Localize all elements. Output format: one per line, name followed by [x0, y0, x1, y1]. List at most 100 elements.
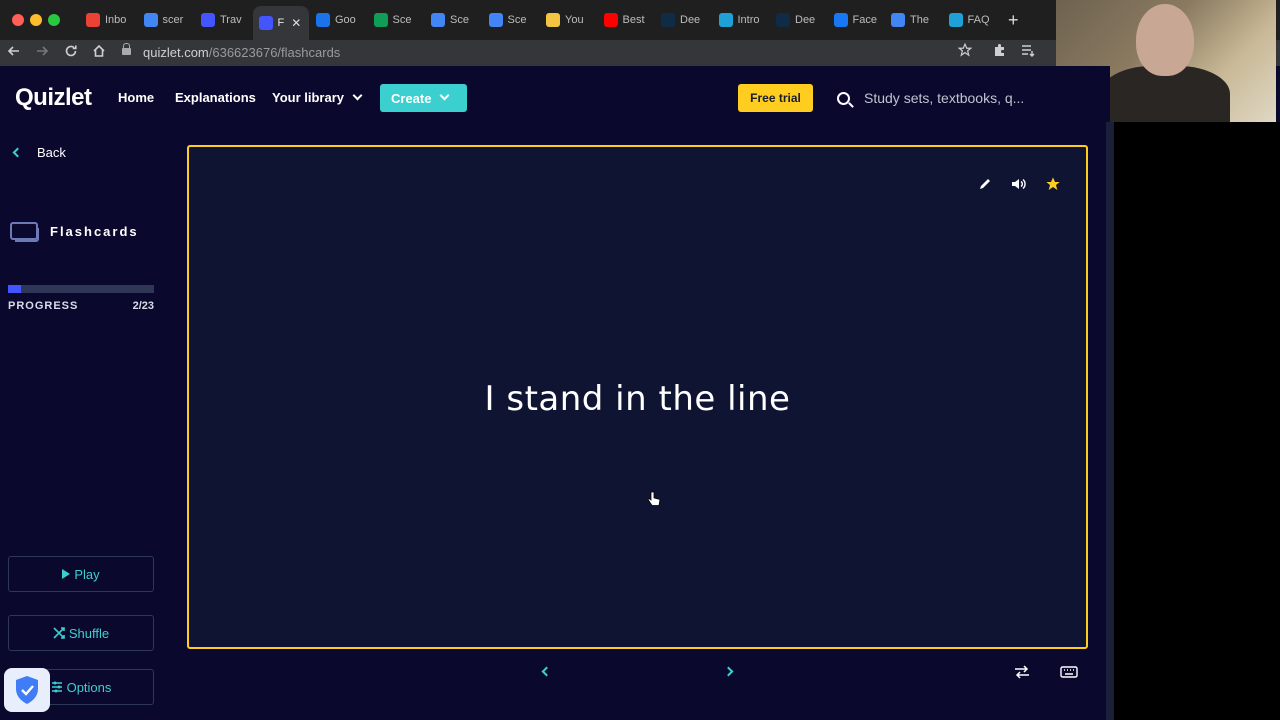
docs-icon: [143, 13, 158, 27]
nav-your-library-label: Your library: [272, 90, 345, 105]
scrollbar[interactable]: [1106, 122, 1114, 720]
card-toolbar: [976, 175, 1062, 193]
empty-right-area: [1114, 122, 1280, 720]
flashcards-label: Flashcards: [50, 223, 139, 239]
create-button-label: Create: [391, 90, 432, 106]
browser-tab-label: F: [277, 17, 285, 29]
search-input[interactable]: Study sets, textbooks, q...: [829, 84, 1041, 112]
star-icon[interactable]: [1044, 175, 1062, 193]
progress-label: PROGRESS: [8, 300, 79, 312]
browser-tab[interactable]: Goo: [310, 8, 366, 32]
url-path: /636623676/flashcards: [208, 44, 341, 60]
browser-tab[interactable]: You: [540, 8, 596, 32]
chevron-down-icon: [352, 90, 363, 101]
create-button[interactable]: Create: [380, 84, 467, 112]
browser-tab[interactable]: FAQ: [943, 8, 999, 32]
url-host: quizlet.com: [143, 44, 209, 60]
play-button[interactable]: Play: [8, 556, 154, 592]
back-label: Back: [37, 145, 66, 160]
previous-card-button[interactable]: [541, 666, 552, 677]
browser-tab[interactable]: Face: [828, 8, 884, 32]
reload-icon[interactable]: [64, 44, 78, 62]
minimize-window-button[interactable]: [30, 14, 42, 26]
card-term: I stand in the line: [484, 379, 791, 419]
new-tab-button[interactable]: +: [1008, 10, 1019, 31]
browser-tab[interactable]: Trav: [195, 8, 251, 32]
url-field[interactable]: quizlet.com/636623676/flashcards: [122, 40, 982, 64]
browser-tab[interactable]: Dee: [655, 8, 711, 32]
nav-your-library[interactable]: Your library: [272, 90, 363, 105]
chevron-left-icon: [12, 147, 23, 158]
bookmark-star-icon[interactable]: [957, 42, 973, 61]
keyboard-shortcuts-icon[interactable]: [1060, 665, 1078, 684]
quizlet-logo[interactable]: Quizlet: [15, 84, 92, 112]
google-icon: [891, 13, 905, 27]
zoom-window-button[interactable]: [48, 14, 60, 26]
progress-count: 2/23: [132, 300, 154, 312]
browser-tab-label: scer: [162, 14, 184, 26]
back-link[interactable]: Back: [12, 145, 66, 160]
flip-swap-icon[interactable]: [1014, 665, 1030, 684]
home-icon[interactable]: [92, 44, 106, 62]
search-icon: [837, 91, 850, 105]
browser-tab-label: Dee: [795, 14, 816, 26]
play-icon: [62, 569, 71, 579]
browser-tab-label: Goo: [335, 14, 356, 26]
close-window-button[interactable]: [12, 14, 24, 26]
hand-cursor-icon: [647, 491, 661, 512]
forward-arrow-icon[interactable]: [35, 44, 49, 62]
browser-tab[interactable]: Intro: [713, 8, 769, 32]
browser-tab[interactable]: Sce: [483, 8, 539, 32]
browser-tab[interactable]: Dee: [770, 8, 826, 32]
flashcard[interactable]: I stand in the line: [187, 145, 1088, 649]
options-button-label: Options: [66, 679, 112, 695]
close-tab-icon[interactable]: ✕: [291, 16, 301, 30]
browser-tab-label: Inbo: [105, 14, 127, 26]
browser-tab[interactable]: Sce: [368, 8, 424, 32]
nav-home[interactable]: Home: [118, 90, 154, 105]
site-header: Quizlet Home Explanations Your library C…: [0, 66, 1110, 130]
free-trial-button[interactable]: Free trial: [738, 84, 813, 112]
browser-tab[interactable]: Best: [598, 8, 654, 32]
deepl-icon: [661, 13, 675, 27]
audio-speaker-icon[interactable]: [1010, 175, 1028, 193]
app-icon: [718, 13, 733, 27]
progress-fill: [8, 285, 21, 293]
browser-tab-label: FAQ: [967, 14, 990, 26]
shield-extension-icon[interactable]: [4, 668, 50, 712]
browser-tab-label: Dee: [680, 14, 701, 26]
extensions-puzzle-icon[interactable]: [993, 43, 1007, 61]
nav-explanations[interactable]: Explanations: [175, 90, 256, 105]
browser-tab-label: Best: [622, 14, 645, 26]
lock-icon: [122, 43, 131, 57]
shuffle-button[interactable]: Shuffle: [8, 615, 154, 651]
next-card-button[interactable]: [723, 666, 734, 677]
play-button-label: Play: [74, 566, 100, 582]
browser-tab-label: Sce: [450, 14, 469, 26]
search-placeholder: Study sets, textbooks, q...: [864, 90, 1025, 106]
browser-tab[interactable]: Sce: [425, 8, 481, 32]
browser-tab-label: Trav: [220, 14, 242, 26]
progress-bar: [8, 285, 154, 293]
browser-tab[interactable]: F ✕: [252, 6, 309, 40]
chevron-down-icon: [440, 90, 450, 100]
browser-tab[interactable]: The: [885, 8, 941, 32]
app-icon: [948, 13, 963, 27]
reading-list-icon[interactable]: [1021, 43, 1035, 61]
docs-icon: [488, 13, 503, 27]
shuffle-icon: [53, 627, 65, 639]
browser-tab-label: Sce: [392, 14, 412, 26]
shuffle-button-label: Shuffle: [68, 625, 110, 641]
browser-tab-label: Sce: [507, 14, 527, 26]
browser-tab-label: The: [910, 14, 929, 26]
browser-tab-label: You: [565, 14, 584, 26]
back-arrow-icon[interactable]: [7, 44, 21, 62]
browser-tab[interactable]: scer: [138, 8, 194, 32]
slides-icon: [316, 13, 330, 27]
browser-tab[interactable]: Inbo: [80, 8, 136, 32]
flashcards-mode: Flashcards: [10, 222, 139, 242]
facebook-icon: [833, 13, 848, 27]
edit-pencil-icon[interactable]: [976, 175, 994, 193]
youtube-icon: [603, 13, 618, 27]
deepl-icon: [776, 13, 790, 27]
